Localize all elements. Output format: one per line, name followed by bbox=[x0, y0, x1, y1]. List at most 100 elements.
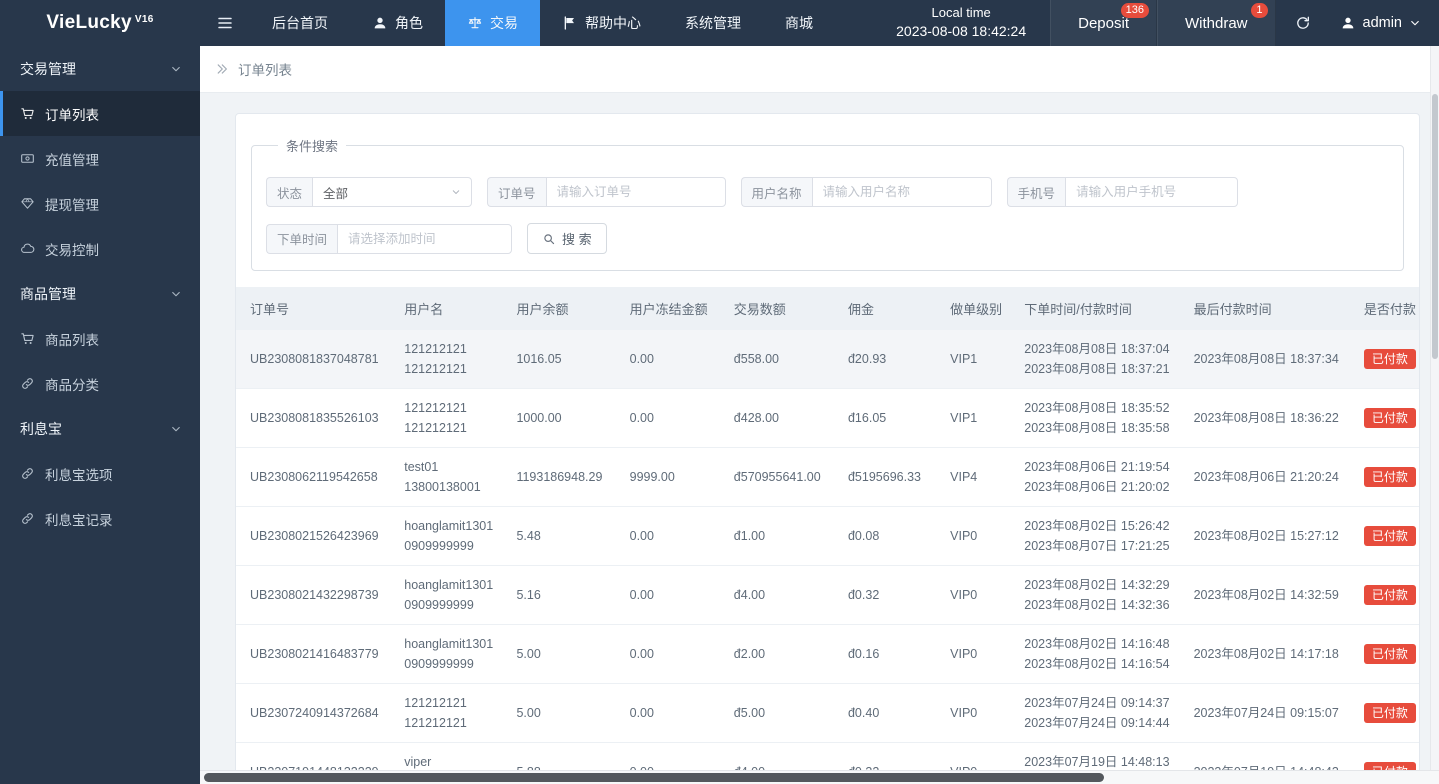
order-row[interactable]: UB2308021432298739 hoanglamit1301 090999… bbox=[236, 565, 1419, 625]
chevron-down-icon bbox=[1409, 17, 1421, 29]
topbar-right: Local time 2023-08-08 18:42:24 Deposit 1… bbox=[872, 0, 1439, 46]
order-row[interactable]: UB2308062119542658 test01 13800138001 11… bbox=[236, 447, 1419, 507]
vertical-scrollbar-thumb[interactable] bbox=[1432, 94, 1438, 359]
order-row[interactable]: UB2307191448132229 viper 0987321654 5.88… bbox=[236, 742, 1419, 770]
menu-toggle-button[interactable] bbox=[200, 0, 250, 46]
sidebar-item-label: 充值管理 bbox=[45, 152, 99, 168]
order-row[interactable]: UB2308021416483779 hoanglamit1301 090999… bbox=[236, 624, 1419, 684]
cell-paid-status: 已付款 bbox=[1349, 683, 1419, 743]
cell-username: hoanglamit1301 0909999999 bbox=[390, 624, 503, 684]
username-line1: 121212121 bbox=[404, 401, 467, 415]
nav-mall[interactable]: 商城 bbox=[763, 0, 835, 46]
cell-level: VIP0 bbox=[936, 506, 1011, 566]
orders-table-wrap: 订单号 用户名 用户余额 用户冻结金额 交易数额 佣金 做单级别 下单时间/付款… bbox=[236, 287, 1419, 770]
order-row[interactable]: UB2308021526423969 hoanglamit1301 090999… bbox=[236, 506, 1419, 566]
sidebar-group-interest-treasure: 利息宝 利息宝选项 利息宝记录 bbox=[0, 406, 200, 541]
sidebar-item-interest-records[interactable]: 利息宝记录 bbox=[0, 496, 200, 541]
flag-icon bbox=[562, 15, 578, 31]
cell-balance: 5.00 bbox=[502, 624, 616, 684]
cell-paid-status: 已付款 bbox=[1349, 506, 1419, 566]
sidebar-group-header-trade[interactable]: 交易管理 bbox=[0, 46, 200, 91]
cell-order-no: UB2308062119542658 bbox=[236, 447, 391, 507]
gem-icon bbox=[20, 196, 35, 211]
cell-level: VIP1 bbox=[936, 330, 1011, 389]
paid-status-badge: 已付款 bbox=[1363, 526, 1416, 546]
sidebar-item-product-list[interactable]: 商品列表 bbox=[0, 316, 200, 361]
username-input[interactable] bbox=[811, 177, 992, 207]
col-header-order-time: 下单时间/付款时间 bbox=[1010, 287, 1180, 330]
phone-label: 手机号 bbox=[1006, 177, 1066, 207]
order-no-input[interactable] bbox=[545, 177, 726, 207]
cell-order-time: 2023年08月06日 21:19:54 2023年08月06日 21:20:0… bbox=[1010, 447, 1180, 507]
chevron-down-icon bbox=[170, 423, 182, 435]
username-line1: hoanglamit1301 bbox=[404, 637, 494, 651]
cell-commission: đ20.93 bbox=[833, 330, 937, 389]
refresh-button[interactable] bbox=[1276, 0, 1330, 46]
phone-input[interactable] bbox=[1065, 177, 1239, 207]
vertical-scrollbar[interactable] bbox=[1430, 46, 1439, 770]
username-line1: 121212121 bbox=[404, 342, 467, 356]
cell-amount: đ1.00 bbox=[719, 506, 834, 566]
cell-username: hoanglamit1301 0909999999 bbox=[390, 506, 503, 566]
cell-level: VIP0 bbox=[936, 565, 1011, 625]
cell-order-no: UB2307240914372684 bbox=[236, 683, 391, 743]
username-line2: 121212121 bbox=[404, 716, 467, 730]
pay-time-line: 2023年08月02日 14:16:54 bbox=[1024, 657, 1170, 671]
admin-menu[interactable]: admin bbox=[1330, 0, 1439, 46]
nav-system-management[interactable]: 系统管理 bbox=[663, 0, 763, 46]
sidebar-item-product-category[interactable]: 商品分类 bbox=[0, 361, 200, 406]
search-button[interactable]: 搜 索 bbox=[527, 223, 607, 254]
paid-status-badge: 已付款 bbox=[1363, 467, 1416, 487]
sidebar-item-trade-control[interactable]: 交易控制 bbox=[0, 226, 200, 271]
status-select[interactable]: 全部 bbox=[312, 177, 473, 207]
link-icon bbox=[20, 376, 35, 391]
horizontal-scrollbar[interactable] bbox=[200, 770, 1439, 784]
money-icon bbox=[20, 151, 35, 166]
cell-balance: 1193186948.29 bbox=[502, 447, 616, 507]
paid-status-badge: 已付款 bbox=[1363, 408, 1416, 428]
cell-level: VIP1 bbox=[936, 388, 1011, 448]
sidebar-group-label: 商品管理 bbox=[20, 285, 76, 302]
order-time-input[interactable] bbox=[337, 223, 513, 254]
nav-dashboard[interactable]: 后台首页 bbox=[250, 0, 350, 46]
cell-order-time: 2023年07月24日 09:14:37 2023年07月24日 09:14:4… bbox=[1010, 683, 1180, 743]
nav-role[interactable]: 角色 bbox=[350, 0, 445, 46]
local-time: Local time 2023-08-08 18:42:24 bbox=[872, 0, 1050, 46]
withdraw-button[interactable]: Withdraw 1 bbox=[1156, 0, 1276, 46]
cell-commission: đ0.40 bbox=[833, 683, 937, 743]
horizontal-scrollbar-thumb[interactable] bbox=[204, 773, 1104, 782]
sidebar-item-recharge-management[interactable]: 充值管理 bbox=[0, 136, 200, 181]
cell-commission: đ16.05 bbox=[833, 388, 937, 448]
topbar: VieLucky V16 后台首页 角色 交易 帮助中心 系统管理 商城 Loca… bbox=[0, 0, 1439, 46]
order-time-line: 2023年08月02日 15:26:42 bbox=[1024, 519, 1170, 533]
deposit-label: Deposit bbox=[1078, 14, 1129, 32]
cell-last-pay-time: 2023年07月19日 14:48:43 bbox=[1179, 742, 1350, 770]
cloud-icon bbox=[20, 241, 35, 256]
sidebar-item-interest-options[interactable]: 利息宝选项 bbox=[0, 451, 200, 496]
sidebar-group-header-interest[interactable]: 利息宝 bbox=[0, 406, 200, 451]
sidebar-item-order-list[interactable]: 订单列表 bbox=[0, 91, 200, 136]
sidebar-group-header-product[interactable]: 商品管理 bbox=[0, 271, 200, 316]
nav-trade[interactable]: 交易 bbox=[445, 0, 540, 46]
order-time-label: 下单时间 bbox=[266, 223, 338, 254]
cell-last-pay-time: 2023年08月02日 14:17:18 bbox=[1179, 624, 1350, 684]
col-header-last-pay-time: 最后付款时间 bbox=[1179, 287, 1350, 330]
paid-status-badge: 已付款 bbox=[1363, 762, 1416, 770]
username-line1: viper bbox=[404, 755, 432, 769]
order-row[interactable]: UB2308081837048781 121212121 121212121 1… bbox=[236, 330, 1419, 389]
order-row[interactable]: UB2307240914372684 121212121 121212121 5… bbox=[236, 683, 1419, 743]
nav-help-center[interactable]: 帮助中心 bbox=[540, 0, 663, 46]
cell-paid-status: 已付款 bbox=[1349, 330, 1419, 389]
cell-order-no: UB2308021526423969 bbox=[236, 506, 391, 566]
cell-order-time: 2023年08月02日 14:32:29 2023年08月02日 14:32:3… bbox=[1010, 565, 1180, 625]
deposit-button[interactable]: Deposit 136 bbox=[1050, 0, 1157, 46]
order-row[interactable]: UB2308081835526103 121212121 121212121 1… bbox=[236, 388, 1419, 448]
pay-time-line: 2023年08月08日 18:35:58 bbox=[1024, 421, 1170, 435]
search-button-label: 搜 索 bbox=[562, 232, 592, 247]
cell-frozen: 0.00 bbox=[615, 506, 720, 566]
order-time-line: 2023年07月19日 14:48:13 bbox=[1024, 755, 1170, 769]
sidebar-item-label: 交易控制 bbox=[45, 242, 99, 258]
logo-text: VieLucky bbox=[46, 12, 132, 33]
sidebar-item-withdraw-management[interactable]: 提现管理 bbox=[0, 181, 200, 226]
cell-last-pay-time: 2023年08月06日 21:20:24 bbox=[1179, 447, 1350, 507]
